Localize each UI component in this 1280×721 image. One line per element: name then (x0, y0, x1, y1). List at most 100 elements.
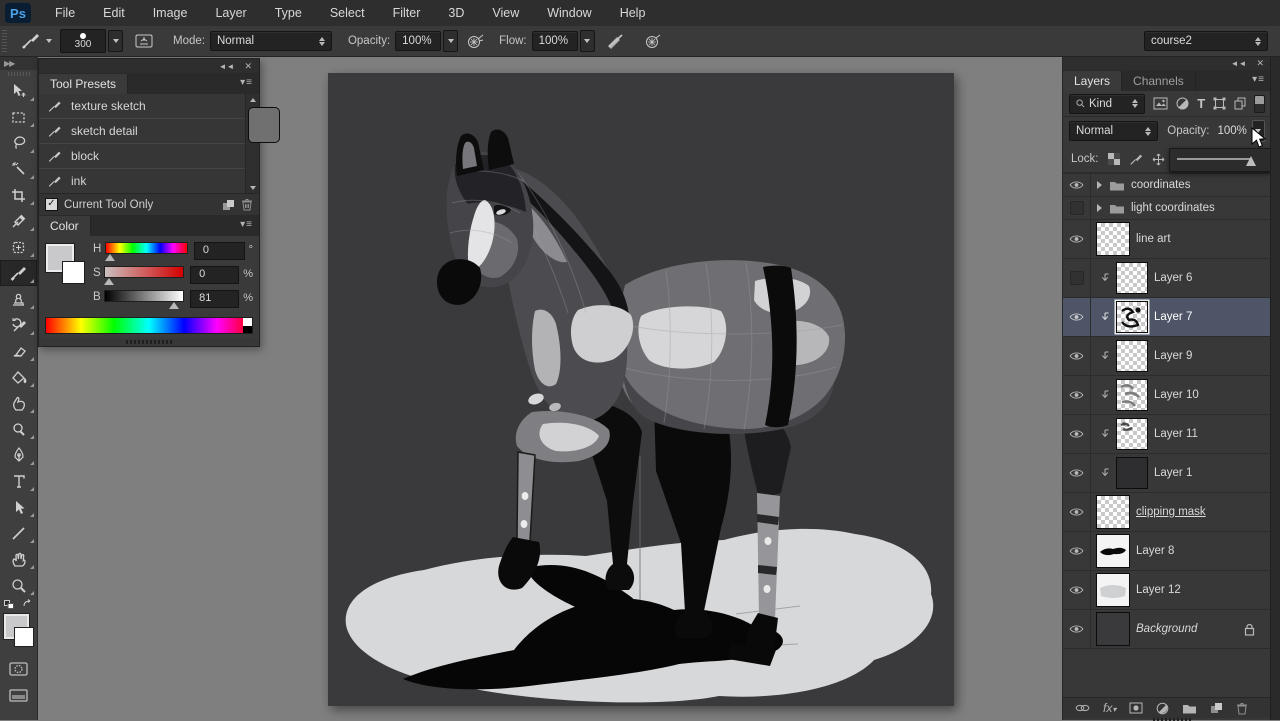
layer-thumbnail[interactable] (1096, 534, 1130, 568)
history-brush-tool[interactable] (0, 312, 37, 338)
path-selection-tool[interactable] (0, 494, 37, 520)
brush-tool[interactable] (0, 260, 37, 286)
eyedropper-tool[interactable] (0, 208, 37, 234)
panel-resize-grip[interactable] (39, 338, 259, 346)
menu-3d[interactable]: 3D (434, 0, 478, 26)
layer-row-background[interactable]: Background (1063, 610, 1271, 649)
pressure-opacity-button[interactable] (466, 33, 485, 50)
type-tool[interactable] (0, 468, 37, 494)
hue-value-field[interactable]: 0 (193, 242, 245, 260)
layer-row-layer10[interactable]: Layer 10 (1063, 376, 1271, 415)
visibility-toggle[interactable] (1063, 259, 1091, 297)
lock-pixels-icon[interactable] (1129, 153, 1143, 166)
visibility-toggle[interactable] (1063, 298, 1091, 336)
scroll-up-icon[interactable] (246, 94, 259, 105)
zoom-tool[interactable] (0, 572, 37, 598)
background-color-swatch[interactable] (62, 261, 85, 284)
dodge-tool[interactable] (0, 416, 37, 442)
visibility-toggle[interactable] (1063, 532, 1091, 570)
menu-filter[interactable]: Filter (379, 0, 435, 26)
filter-adjustment-icon[interactable] (1176, 97, 1189, 110)
layer-thumbnail[interactable] (1096, 495, 1130, 529)
current-tool-only-checkbox[interactable]: ✓ (45, 198, 58, 211)
layer-row-coordinates[interactable]: coordinates (1063, 174, 1271, 197)
opacity-value-field[interactable]: 100% (395, 31, 442, 51)
preset-block[interactable]: block (39, 144, 259, 169)
opacity-dropdown[interactable] (443, 30, 459, 52)
collapse-panels-icon[interactable]: ◄◄ (219, 62, 235, 71)
new-layer-icon[interactable] (1210, 702, 1223, 714)
pen-tool[interactable] (0, 442, 37, 468)
flow-value-field[interactable]: 100% (531, 31, 578, 51)
layer-thumbnail[interactable] (1096, 612, 1130, 646)
collapse-panels-icon[interactable]: ◄◄ (1231, 59, 1247, 68)
adjustment-layer-icon[interactable] (1156, 702, 1169, 715)
airbrush-button[interactable] (643, 33, 662, 50)
scroll-down-icon[interactable] (246, 182, 259, 193)
filter-shape-icon[interactable] (1213, 97, 1226, 110)
close-panel-icon[interactable]: ✕ (1256, 58, 1264, 69)
gradient-tool[interactable] (0, 364, 37, 390)
opacity-slider-popup[interactable] (1169, 148, 1271, 172)
layer-row-line-art[interactable]: line art (1063, 220, 1271, 259)
layer-row-layer6[interactable]: Layer 6 (1063, 259, 1271, 298)
pressure-size-button[interactable] (605, 33, 625, 49)
layer-row-clipping-mask[interactable]: clipping mask (1063, 493, 1271, 532)
spectrum-bw-end[interactable] (243, 318, 252, 333)
filter-image-icon[interactable] (1153, 97, 1168, 110)
hue-slider[interactable] (104, 242, 188, 261)
filter-toggle-switch[interactable] (1254, 94, 1265, 113)
hand-tool[interactable] (0, 546, 37, 572)
eraser-tool[interactable] (0, 338, 37, 364)
visibility-toggle[interactable] (1063, 493, 1091, 531)
panel-menu-icon[interactable]: ▾≡ (1252, 74, 1265, 85)
crop-tool[interactable] (0, 182, 37, 208)
layer-row-layer8[interactable]: Layer 8 (1063, 532, 1271, 571)
quick-selection-tool[interactable] (0, 156, 37, 182)
layer-row-light-coordinates[interactable]: light coordinates (1063, 197, 1271, 220)
default-colors-icon[interactable] (4, 599, 14, 609)
menu-layer[interactable]: Layer (201, 0, 260, 26)
brightness-handle[interactable] (169, 302, 180, 309)
preset-ink[interactable]: ink (39, 169, 259, 193)
toggle-brush-panel-button[interactable] (135, 33, 153, 49)
visibility-toggle[interactable] (1063, 454, 1091, 492)
workspace-select[interactable]: course2 (1144, 31, 1268, 51)
canvas-document[interactable] (328, 73, 954, 706)
flow-dropdown[interactable] (579, 30, 595, 52)
brush-size-dropdown[interactable] (108, 30, 123, 52)
layer-row-layer9[interactable]: Layer 9 (1063, 337, 1271, 376)
smudge-tool[interactable] (0, 390, 37, 416)
delete-layer-icon[interactable] (1236, 702, 1248, 715)
menu-view[interactable]: View (478, 0, 533, 26)
layer-row-layer12[interactable]: Layer 12 (1063, 571, 1271, 610)
lock-position-icon[interactable] (1152, 153, 1165, 166)
menu-type[interactable]: Type (261, 0, 316, 26)
layer-thumbnail[interactable] (1116, 418, 1148, 450)
visibility-toggle[interactable] (1063, 220, 1091, 258)
expand-group-icon[interactable] (1097, 204, 1102, 212)
move-tool[interactable] (0, 78, 37, 104)
tab-layers[interactable]: Layers (1063, 71, 1123, 91)
layers-opacity-value-field[interactable]: 100% (1214, 121, 1249, 141)
layer-row-layer11[interactable]: Layer 11 (1063, 415, 1271, 454)
tab-channels[interactable]: Channels (1122, 71, 1196, 91)
filter-smart-object-icon[interactable] (1234, 97, 1246, 110)
quick-mask-button[interactable] (0, 656, 37, 682)
layer-thumbnail[interactable] (1116, 262, 1148, 294)
layer-thumbnail[interactable] (1116, 457, 1148, 489)
visibility-toggle[interactable] (1063, 415, 1091, 453)
layer-thumbnail[interactable] (1096, 222, 1130, 256)
brightness-slider[interactable] (104, 290, 185, 309)
marquee-tool[interactable] (0, 104, 37, 130)
brush-size-preview[interactable]: 300 (60, 29, 106, 53)
layer-thumbnail[interactable] (1096, 573, 1130, 607)
menu-select[interactable]: Select (316, 0, 379, 26)
menu-window[interactable]: Window (533, 0, 605, 26)
scrollbar-thumb[interactable] (248, 107, 280, 143)
clone-stamp-tool[interactable] (0, 286, 37, 312)
layer-thumbnail[interactable] (1116, 379, 1148, 411)
screen-mode-button[interactable] (0, 682, 37, 708)
blend-mode-select[interactable]: Normal (1069, 121, 1159, 141)
menu-help[interactable]: Help (606, 0, 660, 26)
